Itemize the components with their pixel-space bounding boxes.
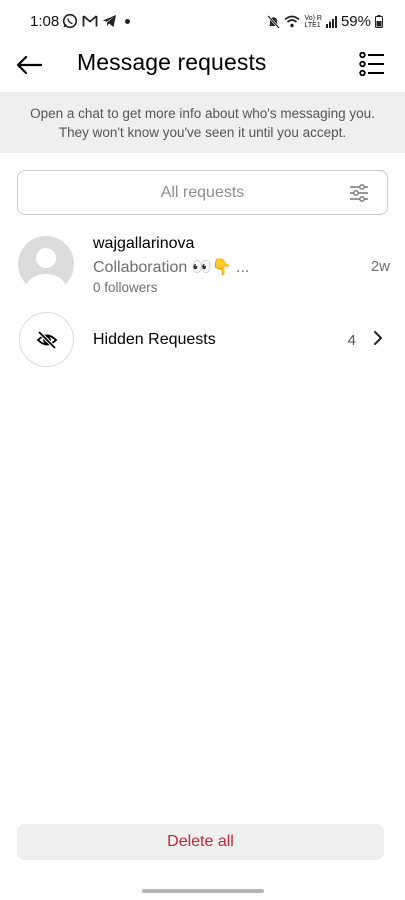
mute-icon [267, 14, 281, 29]
whatsapp-icon [62, 13, 78, 29]
status-right-icons: Vo) R LTE1 59% [267, 13, 383, 30]
chevron-right-icon [374, 331, 382, 345]
notification-dot [125, 18, 130, 24]
battery-percent: 59% [340, 13, 371, 30]
battery-icon [375, 15, 383, 28]
avatar [18, 236, 74, 292]
eye-off-icon [36, 330, 57, 349]
status-time: 1:08 [30, 13, 60, 30]
status-left-icons [62, 13, 130, 29]
delete-all-button[interactable]: Delete all [17, 824, 384, 860]
info-line-1: Open a chat to get more info about who's… [30, 105, 375, 121]
volte-label: Vo) R LTE1 [304, 15, 322, 29]
request-followers: 0 followers [93, 280, 158, 295]
info-line-2: They won't know you've seen it until you… [58, 124, 347, 140]
gmail-icon [82, 15, 98, 27]
info-banner: Open a chat to get more info about who's… [0, 92, 405, 153]
status-bar: 1:08 Vo) R LTE1 59% [0, 0, 405, 44]
filter-label: All requests [160, 184, 245, 201]
request-time: 2w [370, 258, 390, 275]
back-button[interactable] [14, 50, 44, 80]
request-username: wajgallarinova [93, 235, 195, 252]
hidden-requests-row[interactable]: Hidden Requests 4 [0, 311, 405, 369]
volte-line2: LTE1 [304, 21, 321, 29]
page-title: Message requests [77, 49, 267, 75]
request-preview: Collaboration 👀👇 ... [93, 259, 250, 276]
delete-all-label: Delete all [167, 833, 234, 850]
hidden-requests-count: 4 [347, 332, 356, 349]
request-item[interactable]: wajgallarinova Collaboration 👀👇 ... 0 fo… [0, 228, 405, 300]
header: Message requests [0, 44, 405, 86]
home-indicator[interactable] [142, 889, 264, 893]
default-avatar-icon [26, 248, 66, 292]
hidden-requests-icon-wrap [19, 312, 74, 367]
volte-line1: Vo) R [304, 14, 322, 22]
hidden-requests-label: Hidden Requests [93, 331, 216, 348]
back-arrow-icon [16, 55, 42, 75]
list-options-button[interactable] [357, 49, 387, 79]
telegram-icon [103, 15, 116, 27]
wifi-icon [284, 15, 300, 28]
signal-icon [325, 15, 337, 28]
list-options-icon [359, 52, 384, 76]
requests-filter-dropdown[interactable]: All requests [17, 170, 388, 215]
filter-sliders-icon[interactable] [349, 183, 369, 203]
